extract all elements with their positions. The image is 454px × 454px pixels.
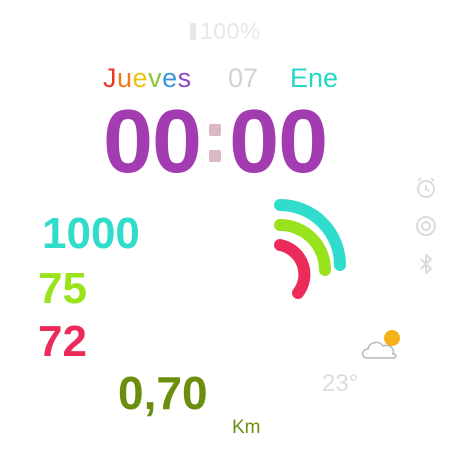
weekday: Jueves <box>103 62 192 94</box>
date-row: Jueves 07 Ene <box>0 62 454 94</box>
weekday-letter: v <box>148 63 163 93</box>
distance-value: 0,70 <box>118 367 208 419</box>
time-colon <box>203 100 227 184</box>
partly-cloudy-icon <box>361 330 400 359</box>
day-of-month: 07 <box>228 63 259 93</box>
heart-ring <box>274 239 311 299</box>
time-minutes: 00 <box>229 92 328 192</box>
weekday-letter: e <box>162 63 178 93</box>
activity-rings <box>274 199 346 299</box>
battery-icon <box>190 23 196 40</box>
month: Ene <box>290 63 339 93</box>
weekday-letter: s <box>177 63 192 93</box>
bluetooth-icon[interactable] <box>414 252 438 276</box>
battery-percentage: 100% <box>200 18 261 44</box>
heart-rate: 72 <box>38 317 87 366</box>
distance-unit: Km <box>232 417 261 438</box>
colon-dot-bottom <box>209 150 222 162</box>
battery-status: 100% <box>190 20 261 43</box>
alarm-icon[interactable] <box>414 176 438 200</box>
target-icon[interactable] <box>414 214 438 238</box>
weekday-letter: e <box>132 63 149 93</box>
watch-face: 100% Jueves 07 Ene 00 00 1000 75 72 0,70… <box>0 0 454 454</box>
steps-count: 1000 <box>42 209 140 258</box>
weekday-letter: u <box>117 63 133 93</box>
calories-count: 75 <box>38 264 87 313</box>
temperature: 23° <box>322 370 359 397</box>
weekday-letter: J <box>103 63 117 93</box>
time-display: 00 00 <box>103 92 328 192</box>
time-hours: 00 <box>103 92 202 192</box>
colon-dot-top <box>209 124 222 136</box>
